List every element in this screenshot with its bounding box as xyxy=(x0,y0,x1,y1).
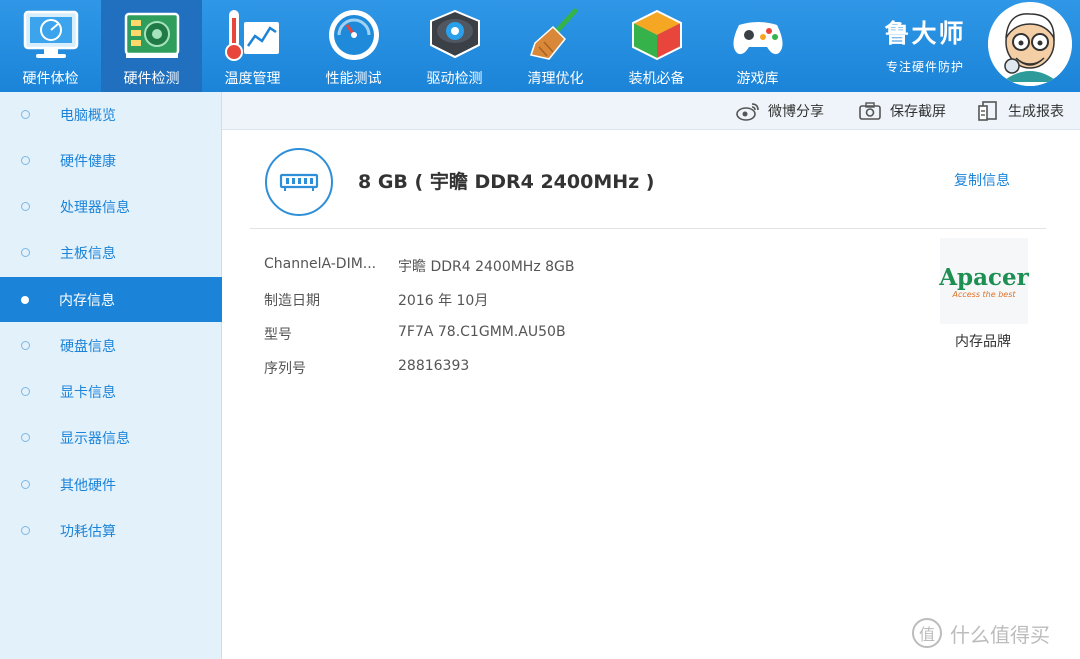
info-key: 制造日期 xyxy=(264,293,320,309)
watermark-text: 什么值得买 xyxy=(950,622,1050,647)
speedometer-icon xyxy=(325,6,383,64)
nav-label: 驱动检测 xyxy=(426,71,483,87)
gamepad-icon xyxy=(729,6,787,64)
nav-driver-detection[interactable]: 驱动检测 xyxy=(404,0,505,92)
smzdm-watermark: 值 什么值得买 xyxy=(912,617,1050,649)
sidebar-item-cpu[interactable]: 处理器信息 xyxy=(0,184,222,229)
nav-performance[interactable]: 性能测试 xyxy=(303,0,404,92)
weibo-share-label: 微博分享 xyxy=(768,104,824,120)
nav-temperature[interactable]: 温度管理 xyxy=(202,0,303,92)
brand-slogan: 专注硬件防护 xyxy=(885,60,964,74)
sidebar-item-label: 处理器信息 xyxy=(60,199,130,216)
save-screenshot-button[interactable]: 保存截屏 xyxy=(858,92,946,130)
sidebar-item-power[interactable]: 功耗估算 xyxy=(0,508,222,553)
cube-box-icon xyxy=(628,6,686,64)
nav-label: 温度管理 xyxy=(224,71,281,87)
circuit-board-icon xyxy=(123,6,181,64)
sidebar-item-label: 显示器信息 xyxy=(60,430,130,447)
radio-dot-icon xyxy=(21,387,30,396)
apacer-logo-text: Apacer xyxy=(939,263,1029,291)
info-value: 宇瞻 DDR4 2400MHz 8GB xyxy=(398,259,575,275)
action-bar: 微博分享 保存截屏 生成报表 xyxy=(222,92,1080,130)
mascot-avatar[interactable] xyxy=(988,2,1072,86)
nav-cleanup[interactable]: 清理优化 xyxy=(505,0,606,92)
brand-block: 鲁大师 专注硬件防护 xyxy=(870,14,980,75)
nav-label: 装机必备 xyxy=(628,71,685,87)
apacer-logo-tagline: Access the best xyxy=(952,289,1016,299)
top-toolbar: 硬件体检 硬件检测 温度管理 性能测试 驱动检测 清理优化 装机必备 游戏库 鲁… xyxy=(0,0,1080,92)
nav-game-library[interactable]: 游戏库 xyxy=(707,0,808,92)
nav-hardware-checkup[interactable]: 硬件体检 xyxy=(0,0,101,92)
nav-label: 游戏库 xyxy=(736,71,779,87)
copy-info-link[interactable]: 复制信息 xyxy=(954,170,1010,190)
camera-icon xyxy=(858,101,882,121)
sidebar-item-overview[interactable]: 电脑概览 xyxy=(0,92,222,137)
nav-label: 硬件检测 xyxy=(123,71,180,87)
memory-brand-caption: 内存品牌 xyxy=(955,334,1011,350)
ram-stick-icon xyxy=(279,173,319,191)
weibo-icon xyxy=(736,101,760,121)
generate-report-label: 生成报表 xyxy=(1008,104,1064,120)
sidebar-item-other-hardware[interactable]: 其他硬件 xyxy=(0,462,222,507)
info-value: 2016 年 10月 xyxy=(398,293,489,309)
report-icon xyxy=(976,101,1000,121)
weibo-share-button[interactable]: 微博分享 xyxy=(736,92,824,130)
sidebar-item-motherboard[interactable]: 主板信息 xyxy=(0,230,222,275)
radio-dot-icon xyxy=(21,480,30,489)
info-value: 28816393 xyxy=(398,358,470,374)
sidebar-item-display[interactable]: 显示器信息 xyxy=(0,415,222,460)
info-key: 型号 xyxy=(264,327,292,343)
radio-dot-icon xyxy=(21,526,30,535)
sidebar-item-label: 其他硬件 xyxy=(60,477,116,494)
generate-report-button[interactable]: 生成报表 xyxy=(976,92,1064,130)
sidebar: 电脑概览 硬件健康 处理器信息 主板信息 内存信息 硬盘信息 显卡信息 显示器信… xyxy=(0,92,222,659)
sidebar-item-label: 内存信息 xyxy=(59,292,115,309)
sidebar-item-label: 功耗估算 xyxy=(60,523,116,540)
sidebar-item-label: 硬件健康 xyxy=(60,153,116,170)
monitor-check-icon xyxy=(22,6,80,64)
nav-label: 硬件体检 xyxy=(22,71,79,87)
sidebar-item-label: 硬盘信息 xyxy=(60,338,116,355)
save-screenshot-label: 保存截屏 xyxy=(890,104,946,120)
mascot-icon xyxy=(988,2,1072,86)
divider xyxy=(250,228,1046,229)
sidebar-item-gpu[interactable]: 显卡信息 xyxy=(0,369,222,414)
broom-icon xyxy=(527,6,585,64)
info-key: 序列号 xyxy=(264,361,306,377)
info-key: ChannelA-DIM... xyxy=(264,256,377,272)
apacer-logo: Apacer Access the best xyxy=(939,238,1029,324)
radio-dot-icon xyxy=(21,433,30,442)
radio-dot-icon xyxy=(21,248,30,257)
nav-label: 性能测试 xyxy=(325,71,382,87)
info-value: 7F7A 78.C1GMM.AU50B xyxy=(398,324,566,340)
thermometer-chart-icon xyxy=(224,6,282,64)
smzdm-logo-icon: 值 xyxy=(912,618,942,648)
sidebar-item-memory[interactable]: 内存信息 xyxy=(0,277,222,322)
sidebar-item-health[interactable]: 硬件健康 xyxy=(0,138,222,183)
brand-name: 鲁大师 xyxy=(884,19,966,48)
nav-label: 清理优化 xyxy=(527,71,584,87)
sidebar-item-label: 显卡信息 xyxy=(60,384,116,401)
radio-dot-icon xyxy=(21,202,30,211)
nav-essentials[interactable]: 装机必备 xyxy=(606,0,707,92)
radio-dot-icon xyxy=(21,295,29,304)
radio-dot-icon xyxy=(21,341,30,350)
sidebar-item-label: 电脑概览 xyxy=(60,107,116,124)
sidebar-item-disk[interactable]: 硬盘信息 xyxy=(0,323,222,368)
memory-module-badge xyxy=(265,148,333,216)
radio-dot-icon xyxy=(21,156,30,165)
sidebar-item-label: 主板信息 xyxy=(60,245,116,262)
memory-title: 8 GB ( 宇瞻 DDR4 2400MHz ) xyxy=(358,171,655,193)
radio-dot-icon xyxy=(21,110,30,119)
nav-hardware-detection[interactable]: 硬件检测 xyxy=(101,0,202,92)
gear-drive-icon xyxy=(426,6,484,64)
